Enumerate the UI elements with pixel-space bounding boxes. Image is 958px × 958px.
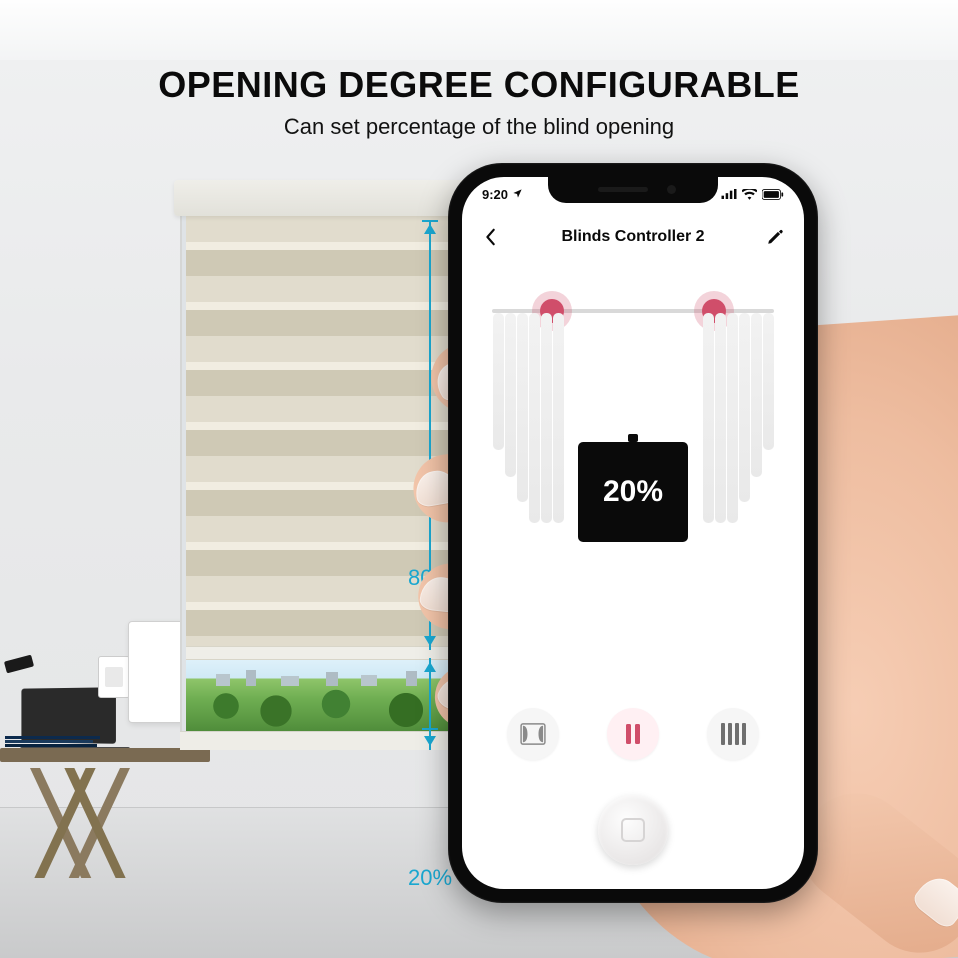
dimension-lower-label: 20% (408, 865, 452, 891)
phone-screen: 9:20 (462, 177, 804, 889)
curtain-open-icon (520, 723, 546, 745)
wall-outlet (98, 656, 130, 698)
curtain-right (699, 313, 774, 523)
screen-title: Blinds Controller 2 (561, 228, 704, 246)
home-button[interactable] (598, 795, 668, 865)
curtain-left (492, 313, 567, 523)
desk-top (0, 748, 210, 762)
cell-signal-icon (721, 189, 737, 199)
battery-icon (762, 189, 784, 200)
pause-button[interactable] (607, 708, 659, 760)
dimension-lower (429, 658, 431, 750)
close-button[interactable] (707, 708, 759, 760)
room-ceiling (0, 0, 958, 60)
status-time: 9:20 (482, 187, 508, 202)
dimension-upper-label: 80% (408, 565, 452, 591)
chevron-left-icon (485, 228, 497, 246)
dimension-overlay (429, 220, 431, 730)
control-row (462, 699, 804, 769)
open-button[interactable] (507, 708, 559, 760)
location-arrow-icon (512, 187, 523, 202)
curtain-visualization: 20% (482, 287, 784, 537)
back-button[interactable] (478, 224, 504, 250)
book-stack (5, 736, 100, 748)
pause-icon (624, 723, 642, 745)
product-scene: OPENING DEGREE CONFIGURABLE Can set perc… (0, 0, 958, 958)
headline-text: OPENING DEGREE CONFIGURABLE (0, 64, 958, 106)
wifi-icon (742, 189, 757, 200)
open-percent-badge[interactable]: 20% (578, 442, 688, 542)
curtain-close-icon (721, 723, 746, 745)
marketing-copy: OPENING DEGREE CONFIGURABLE Can set perc… (0, 64, 958, 140)
edit-button[interactable] (762, 224, 788, 250)
phone-mockup: 9:20 (448, 163, 818, 903)
pencil-icon (766, 228, 784, 246)
open-percent-value: 20% (603, 475, 663, 509)
subhead-text: Can set percentage of the blind opening (0, 114, 958, 140)
phone-notch (548, 177, 718, 203)
app-header: Blinds Controller 2 (462, 217, 804, 257)
